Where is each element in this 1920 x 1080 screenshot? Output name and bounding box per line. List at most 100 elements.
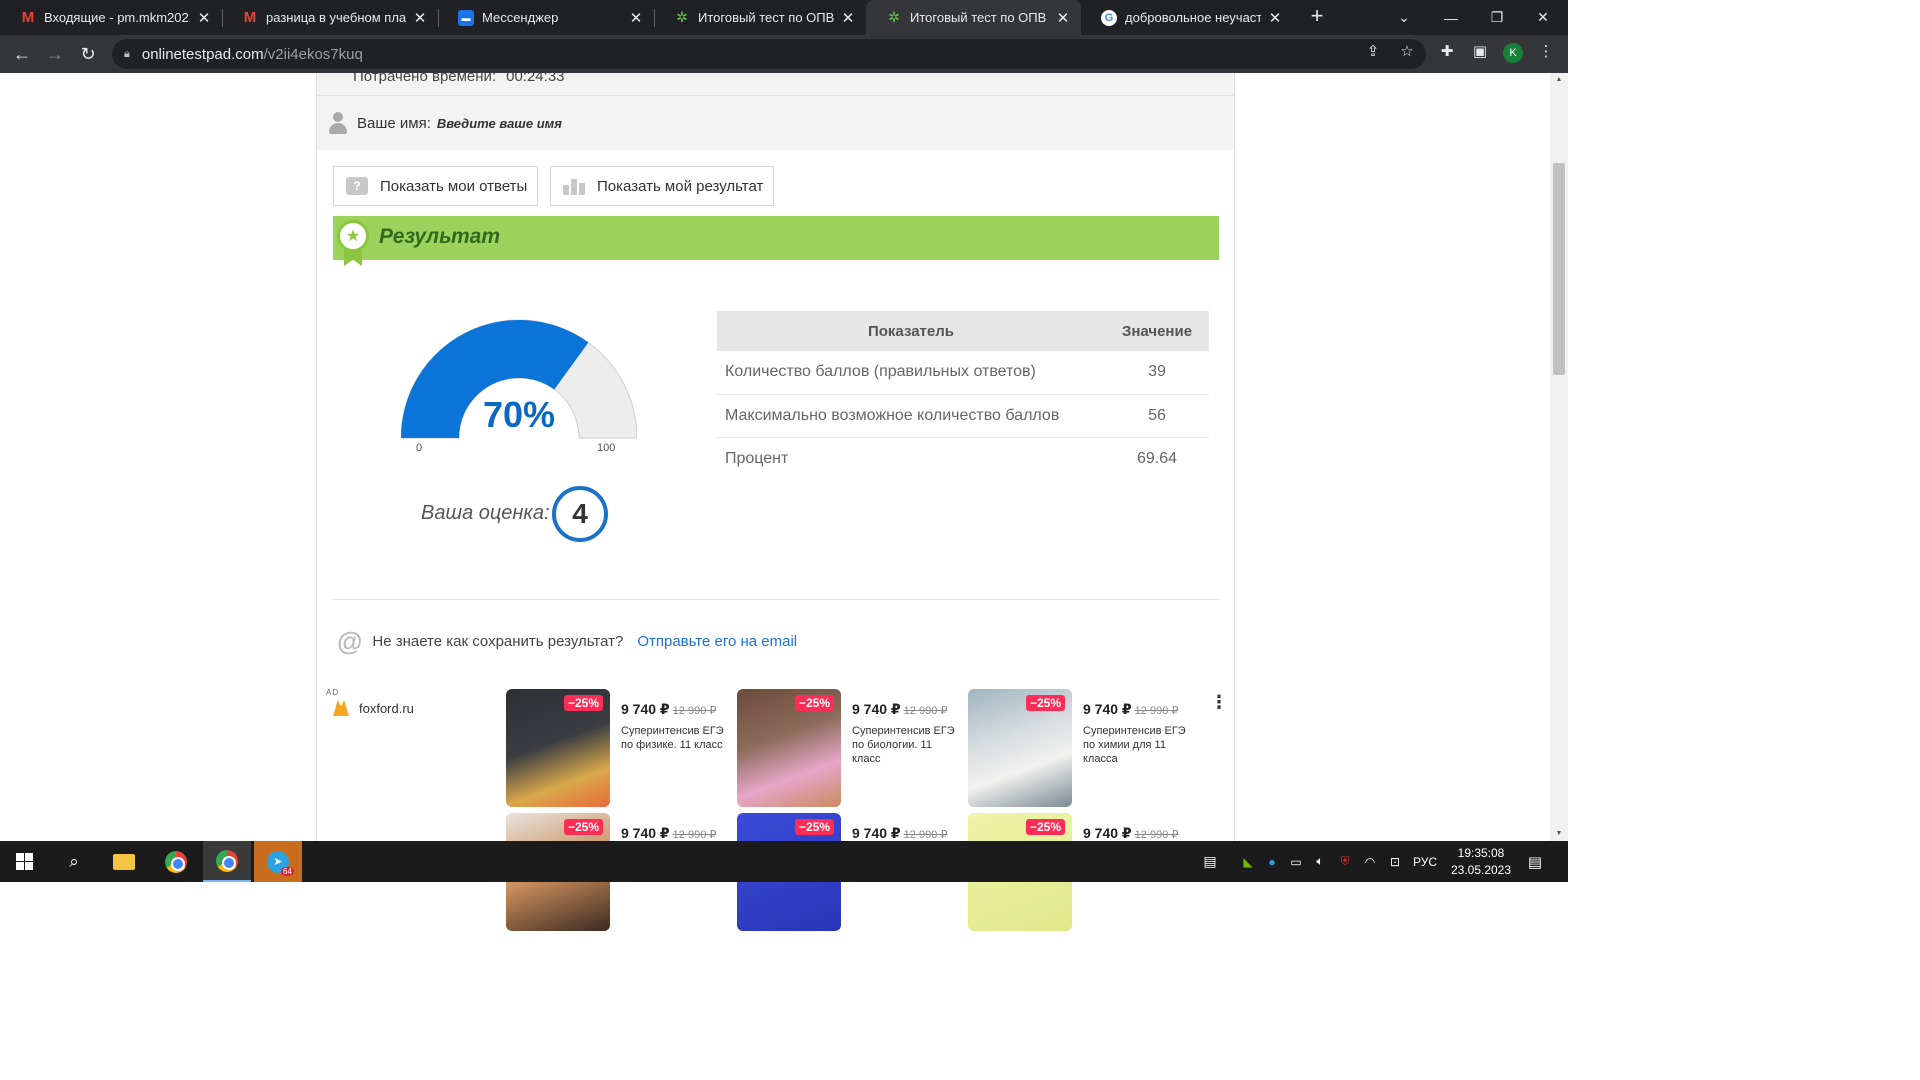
tab-title: добровольное неучастие xyxy=(1125,10,1261,25)
discount-badge: −25% xyxy=(1026,819,1066,835)
folder-icon xyxy=(113,853,135,870)
wifi-icon[interactable]: ◠ xyxy=(1360,841,1380,882)
stats-row-label: Максимально возможное количество баллов xyxy=(717,394,1105,438)
stats-row-value: 56 xyxy=(1105,394,1209,438)
at-icon: @ xyxy=(337,625,363,656)
notifications-icon[interactable]: ▤ xyxy=(1522,841,1548,882)
grade-label: Ваша оценка: xyxy=(421,502,550,524)
discount-badge: −25% xyxy=(564,695,604,711)
telegram-tray-icon[interactable]: ● xyxy=(1262,841,1282,882)
file-explorer-button[interactable] xyxy=(100,841,148,882)
close-icon[interactable]: ✕ xyxy=(196,9,212,27)
start-button[interactable] xyxy=(0,841,48,882)
tab-inbox[interactable]: M Входящие - pm.mkm2021( ✕ xyxy=(0,0,222,35)
close-icon[interactable]: ✕ xyxy=(840,9,856,27)
messenger-icon: ▬ xyxy=(458,9,474,26)
close-icon[interactable]: ✕ xyxy=(1267,9,1283,27)
tab-messenger[interactable]: ▬ Мессенджер ✕ xyxy=(438,0,654,35)
new-tab-button[interactable]: + xyxy=(1305,5,1329,29)
ad-brand-name: foxford.ru xyxy=(359,700,414,716)
save-result-row: @ Не знаете как сохранить результат? Отп… xyxy=(337,626,797,656)
grade-value: 4 xyxy=(552,486,608,542)
tab-test-1[interactable]: ✲ Итоговый тест по ОПВ ПМ ✕ xyxy=(654,0,866,35)
battery-icon[interactable]: ▭ xyxy=(1286,841,1306,882)
result-title: Результат xyxy=(379,225,501,248)
forward-button[interactable]: → xyxy=(41,40,69,68)
result-header: ★ Результат xyxy=(333,216,1219,266)
discount-badge: −25% xyxy=(564,819,604,835)
question-icon: ? xyxy=(346,177,368,195)
clock[interactable]: 19:35:08 23.05.2023 xyxy=(1441,845,1521,879)
close-icon[interactable]: ✕ xyxy=(412,9,428,27)
tab-title: Итоговый тест по ОПВ ПМ xyxy=(698,10,834,25)
scroll-up-icon[interactable]: ▲ xyxy=(1550,73,1568,87)
url-path: /v2ii4ekos7kuq xyxy=(263,45,363,63)
ad-brand-link[interactable]: foxford.ru xyxy=(333,700,414,716)
news-widget-icon[interactable]: ▤ xyxy=(1196,841,1224,882)
tab-search-chevron-icon[interactable]: ⌄ xyxy=(1381,0,1427,35)
foxford-logo-icon xyxy=(333,700,349,716)
tab-title: Итоговый тест по ОПВ ПМ xyxy=(910,10,1049,25)
time-spent-row: Потрачено времени: 00:24:33 xyxy=(317,73,1234,95)
scroll-down-icon[interactable]: ▼ xyxy=(1550,827,1568,841)
clock-date: 23.05.2023 xyxy=(1450,863,1512,877)
close-icon[interactable]: ✕ xyxy=(628,9,644,27)
email-result-link[interactable]: Отправьте его на email xyxy=(637,633,797,650)
reload-button[interactable]: ↻ xyxy=(74,40,102,68)
close-window-button[interactable]: ✕ xyxy=(1520,0,1566,35)
language-indicator[interactable]: РУС xyxy=(1408,841,1442,882)
ad-price: 9 740 ₽12 990 ₽ xyxy=(852,825,948,841)
ad-price: 9 740 ₽12 990 ₽ xyxy=(1083,701,1179,717)
search-icon[interactable]: ⌕ xyxy=(50,841,98,882)
share-icon[interactable]: ⇪ xyxy=(1364,42,1382,60)
ad-item[interactable]: −25% 9 740 ₽12 990 ₽ Суперинтенсив ЕГЭ п… xyxy=(968,689,1188,809)
show-answers-button[interactable]: ? Показать мои ответы xyxy=(333,166,538,206)
onlinetestpad-icon: ✲ xyxy=(888,9,900,25)
bookmark-star-icon[interactable]: ☆ xyxy=(1398,42,1416,60)
tab-curriculum[interactable]: M разница в учебном плане ✕ xyxy=(222,0,438,35)
gauge-max-label: 100 xyxy=(597,442,616,454)
chrome-profile-button[interactable] xyxy=(203,841,251,882)
scroll-thumb[interactable] xyxy=(1553,163,1565,375)
minimize-button[interactable]: — xyxy=(1428,0,1474,35)
name-value[interactable]: Введите ваше имя xyxy=(437,116,562,131)
close-icon[interactable]: ✕ xyxy=(1055,9,1071,27)
telegram-button[interactable]: ➤ 64 xyxy=(254,841,302,882)
volume-icon[interactable]: 🔈︎ xyxy=(1310,841,1330,882)
podium-icon xyxy=(563,177,585,195)
tab-google-search[interactable]: G добровольное неучастие ✕ xyxy=(1081,0,1293,35)
network-icon[interactable]: ⊡ xyxy=(1385,841,1405,882)
browser-toolbar: ← → ↻ 🔒︎ onlinetestpad.com/v2ii4ekos7kuq… xyxy=(0,35,1568,73)
back-button[interactable]: ← xyxy=(8,40,36,68)
chrome-button[interactable] xyxy=(152,841,200,882)
extensions-puzzle-icon[interactable]: ✚ xyxy=(1438,42,1456,60)
ad-item[interactable]: −25% 9 740 ₽12 990 ₽ Суперинтенсив ЕГЭ п… xyxy=(737,689,957,809)
tab-title: Входящие - pm.mkm2021( xyxy=(44,10,190,25)
restore-button[interactable]: ❐ xyxy=(1474,0,1520,35)
side-panel-icon[interactable]: ▣ xyxy=(1471,42,1489,60)
url-host: onlinetestpad.com xyxy=(141,45,264,63)
gmail-icon: M xyxy=(243,9,257,26)
page-scrollbar[interactable]: ▲ ▼ xyxy=(1550,73,1568,841)
clock-time: 19:35:08 xyxy=(1457,846,1505,860)
gauge-min-label: 0 xyxy=(416,442,423,454)
address-bar[interactable]: 🔒︎ onlinetestpad.com/v2ii4ekos7kuq xyxy=(112,39,1426,69)
ad-item[interactable]: −25% 9 740 ₽12 990 ₽ Суперинтенсив ЕГЭ п… xyxy=(506,689,726,809)
telegram-unread-badge: 64 xyxy=(281,867,294,876)
security-shield-icon[interactable]: ⛨ xyxy=(1335,841,1355,882)
user-name-row: Ваше имя: Введите ваше имя xyxy=(317,95,1234,150)
user-icon xyxy=(329,112,347,134)
show-result-button[interactable]: Показать мой результат xyxy=(550,166,774,206)
nvidia-icon[interactable]: ◣ xyxy=(1238,841,1258,882)
kebab-menu-icon[interactable]: ⋮ xyxy=(1537,42,1555,60)
show-answers-label: Показать мои ответы xyxy=(380,177,528,195)
tab-test-active[interactable]: ✲ Итоговый тест по ОПВ ПМ ✕ xyxy=(866,0,1081,35)
windows-logo-icon xyxy=(15,853,33,870)
stats-row-value: 39 xyxy=(1105,351,1209,395)
ad-description: Суперинтенсив ЕГЭ по химии для 11 класса xyxy=(1083,725,1186,765)
kebab-menu-icon[interactable]: ⋮ xyxy=(1210,692,1228,713)
chrome-icon xyxy=(216,849,238,872)
stats-row-value: 69.64 xyxy=(1136,449,1178,467)
profile-avatar[interactable]: K xyxy=(1503,43,1523,63)
stats-header-metric: Показатель xyxy=(717,311,1105,351)
